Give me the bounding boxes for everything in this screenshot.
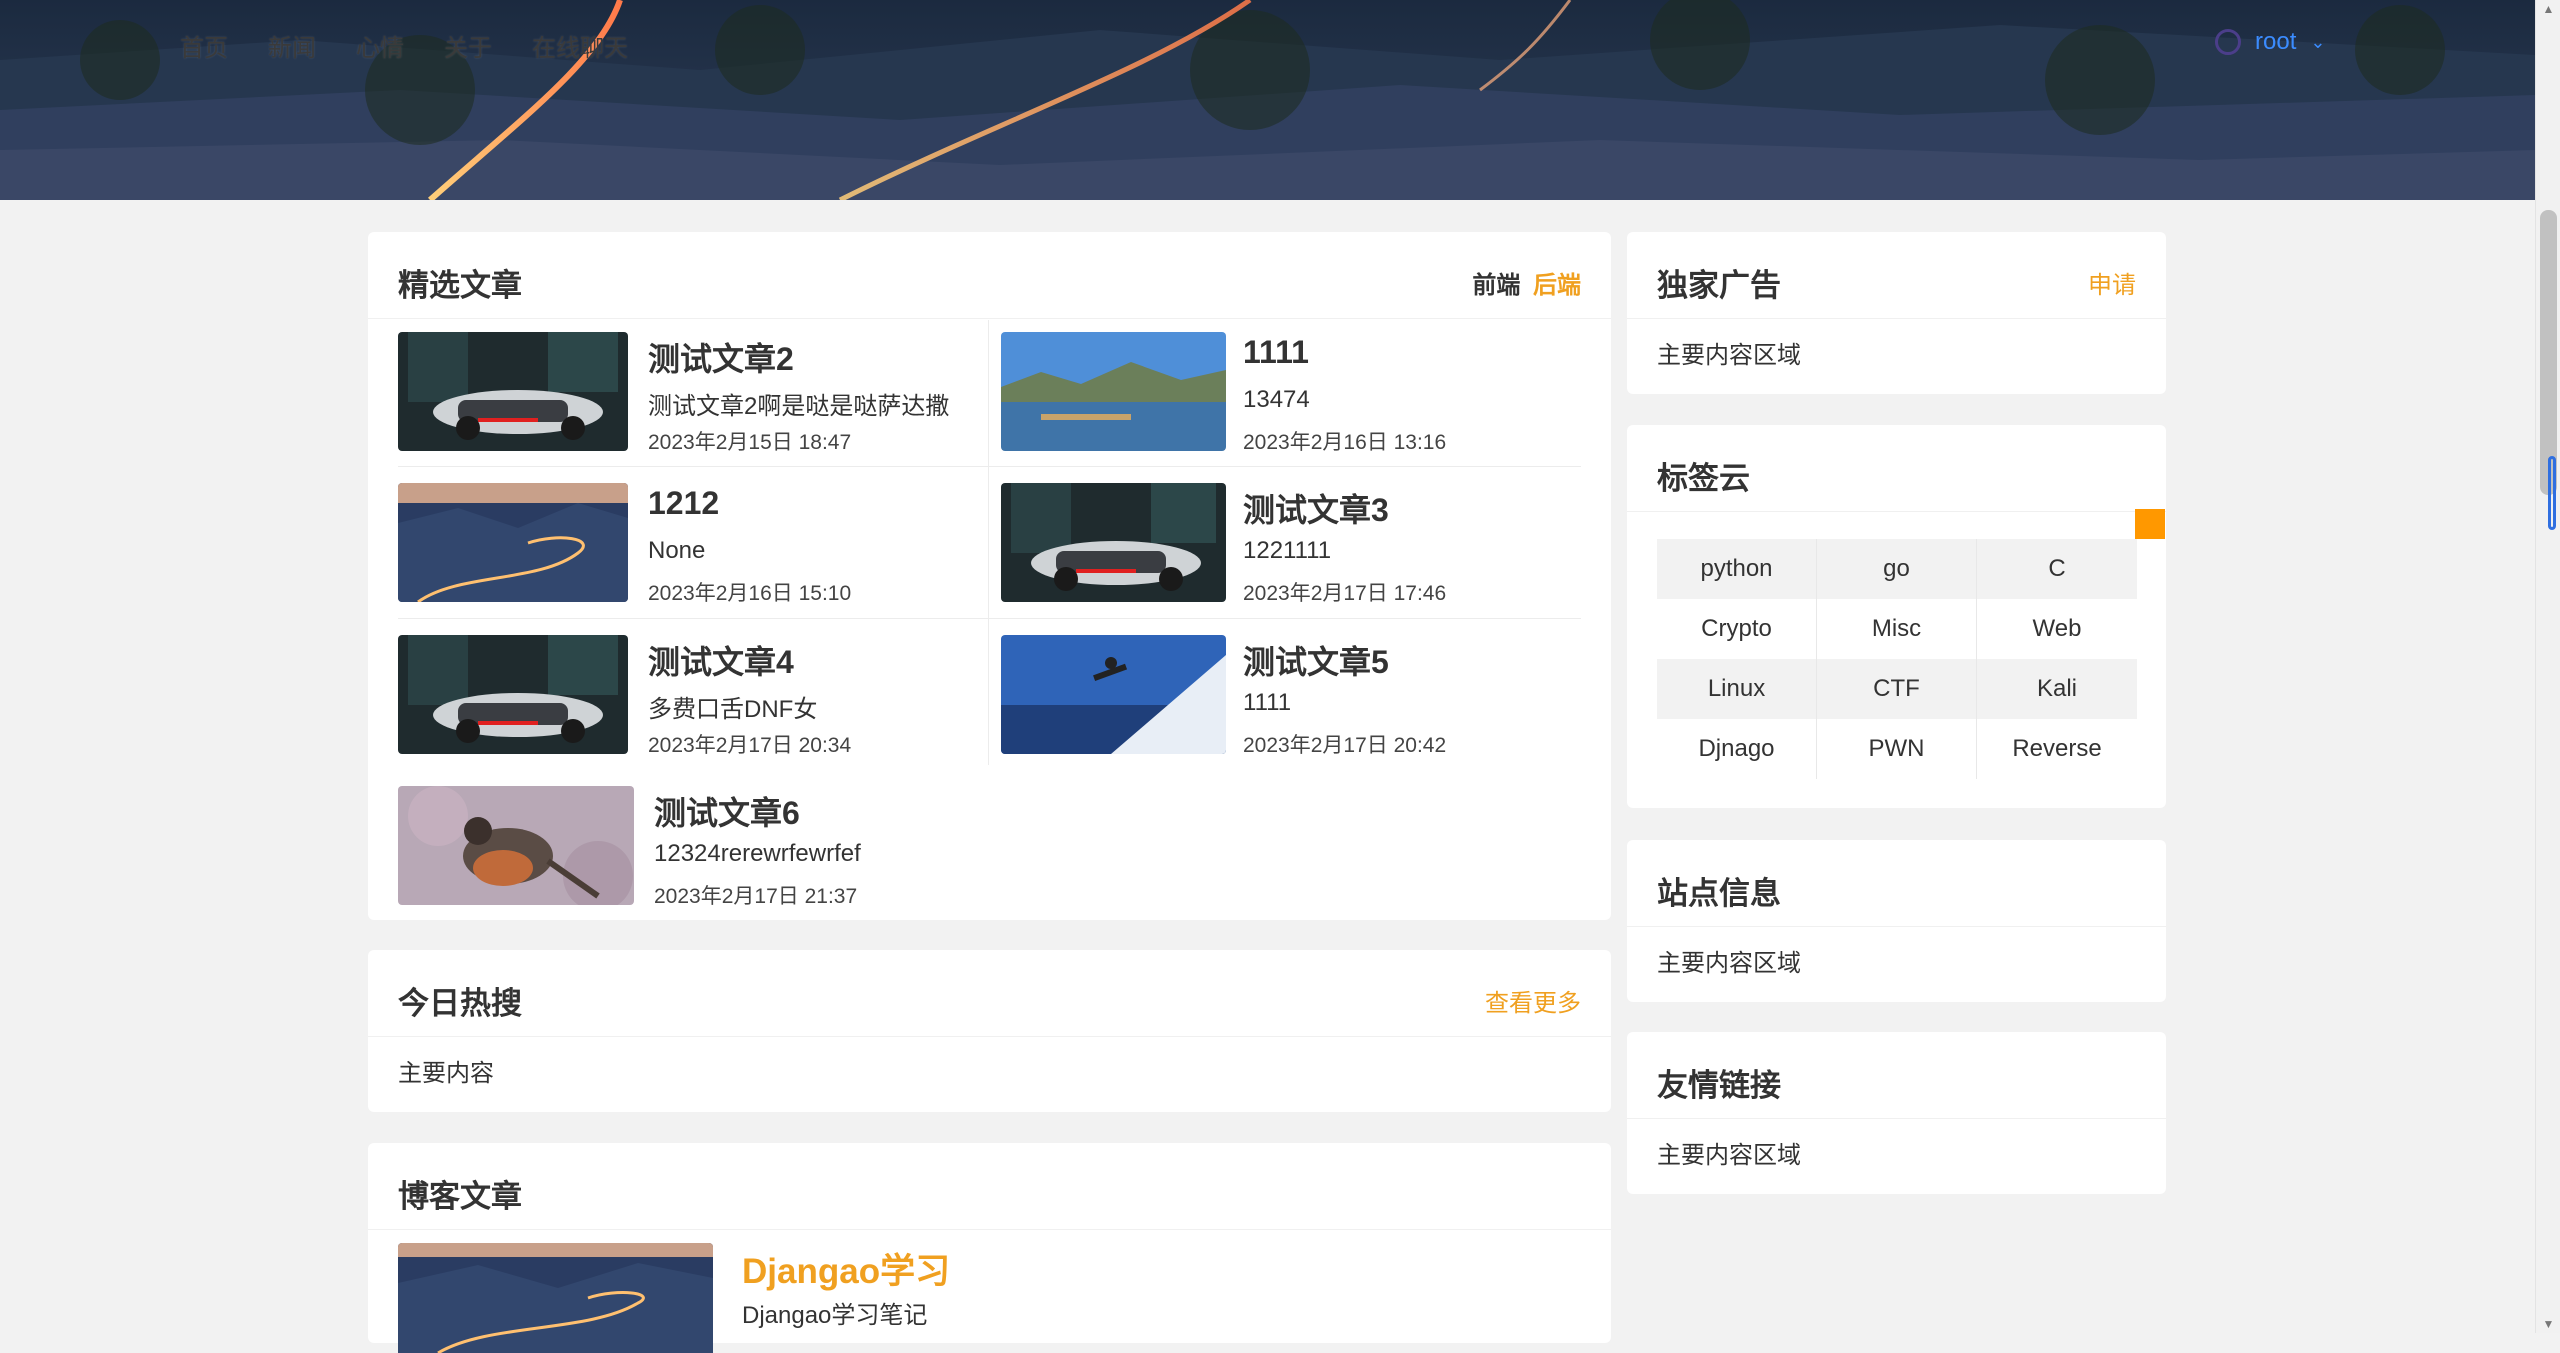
scroll-position-marker bbox=[2548, 456, 2556, 530]
tag-item[interactable]: python bbox=[1657, 539, 1817, 599]
article-thumbnail[interactable] bbox=[1001, 635, 1226, 754]
article-summary: 测试文章2啊是哒是哒萨达撒 bbox=[648, 393, 950, 420]
nav-mood[interactable]: 心情 bbox=[356, 28, 404, 63]
article-title[interactable]: 测试文章4 bbox=[648, 637, 794, 683]
user-name[interactable]: root bbox=[2255, 28, 2296, 56]
article-summary: 1221111 bbox=[1243, 537, 1332, 564]
ad-body: 主要内容区域 bbox=[1657, 342, 1801, 369]
site-body: 主要内容区域 bbox=[1657, 950, 1801, 977]
blog-articles-card: 博客文章 Djangao学习 Djangao学习笔记 bbox=[368, 1143, 1611, 1353]
tag-item[interactable]: Reverse bbox=[1977, 719, 2137, 779]
tag-item[interactable]: Linux bbox=[1657, 659, 1817, 719]
article-summary: 1111 bbox=[1243, 689, 1292, 716]
links-body: 主要内容区域 bbox=[1657, 1142, 1801, 1169]
hot-title: 今日热搜 bbox=[398, 986, 522, 1021]
avatar[interactable] bbox=[2215, 29, 2241, 55]
tag-cloud-toggle-badge[interactable] bbox=[2135, 509, 2165, 539]
nav-news[interactable]: 新闻 bbox=[268, 28, 316, 63]
article-thumbnail[interactable] bbox=[1001, 483, 1226, 602]
ad-title: 独家广告 bbox=[1657, 268, 1781, 303]
tag-item[interactable]: Web bbox=[1977, 599, 2137, 659]
article-date: 2023年2月17日 20:34 bbox=[648, 734, 852, 757]
tag-item[interactable]: PWN bbox=[1817, 719, 1977, 779]
view-more-link[interactable]: 查看更多 bbox=[1485, 983, 1581, 1018]
tag-item[interactable]: CTF bbox=[1817, 659, 1977, 719]
blog-article-summary: Djangao学习笔记 bbox=[742, 1302, 928, 1329]
article-date: 2023年2月17日 17:46 bbox=[1243, 582, 1447, 605]
article-summary: 12324rerewrfewrfef bbox=[654, 840, 861, 867]
links-header: 友情链接 bbox=[1627, 1032, 2166, 1119]
article-date: 2023年2月16日 13:16 bbox=[1243, 431, 1447, 454]
featured-title: 精选文章 bbox=[398, 268, 522, 303]
hot-header: 今日热搜 查看更多 bbox=[368, 950, 1611, 1037]
featured-articles-card: 精选文章 前端 后端 测试文章2 测试文章2啊是哒是哒萨达撒 2023年2月15… bbox=[368, 232, 1611, 920]
scroll-up-arrow-icon[interactable]: ▲ bbox=[2536, 2, 2560, 16]
tags-header: 标签云 bbox=[1627, 425, 2166, 512]
main-nav: 首页 新闻 心情 关于 在线聊天 bbox=[180, 28, 628, 63]
links-title: 友情链接 bbox=[1657, 1068, 1781, 1103]
tag-item[interactable]: Misc bbox=[1817, 599, 1977, 659]
chevron-down-icon[interactable]: ⌄ bbox=[2310, 32, 2325, 53]
blog-title: 博客文章 bbox=[398, 1179, 522, 1214]
tag-item[interactable]: Kali bbox=[1977, 659, 2137, 719]
site-title: 站点信息 bbox=[1657, 876, 1781, 911]
scroll-down-arrow-icon[interactable]: ▼ bbox=[2536, 1317, 2560, 1331]
blog-article-title[interactable]: Djangao学习 bbox=[742, 1243, 950, 1294]
tab-frontend[interactable]: 前端 bbox=[1472, 272, 1520, 299]
row-divider bbox=[398, 466, 1581, 467]
apply-link[interactable]: 申请 bbox=[2088, 265, 2136, 300]
article-thumbnail[interactable] bbox=[398, 786, 634, 905]
featured-tabs: 前端 后端 bbox=[1472, 265, 1581, 300]
friend-links-card: 友情链接 主要内容区域 bbox=[1627, 1032, 2166, 1194]
tag-item[interactable]: Djnago bbox=[1657, 719, 1817, 779]
blog-header: 博客文章 bbox=[368, 1143, 1611, 1230]
user-menu[interactable]: root ⌄ bbox=[2215, 28, 2325, 56]
hot-body: 主要内容 bbox=[398, 1060, 494, 1087]
hot-search-card: 今日热搜 查看更多 主要内容 bbox=[368, 950, 1611, 1112]
article-date: 2023年2月17日 20:42 bbox=[1243, 734, 1447, 757]
article-date: 2023年2月17日 21:37 bbox=[654, 885, 858, 908]
article-date: 2023年2月15日 18:47 bbox=[648, 431, 852, 454]
article-thumbnail[interactable] bbox=[1001, 332, 1226, 451]
article-title[interactable]: 测试文章3 bbox=[1243, 485, 1389, 531]
blog-article-thumbnail[interactable] bbox=[398, 1243, 713, 1353]
tag-grid: python go C Crypto Misc Web Linux CTF Ka… bbox=[1657, 539, 2137, 779]
tab-backend[interactable]: 后端 bbox=[1533, 272, 1581, 299]
nav-about[interactable]: 关于 bbox=[444, 28, 492, 63]
tag-item[interactable]: C bbox=[1977, 539, 2137, 599]
article-summary: None bbox=[648, 537, 706, 564]
header-banner: 首页 新闻 心情 关于 在线聊天 root ⌄ bbox=[0, 0, 2535, 200]
ad-header: 独家广告 申请 bbox=[1627, 232, 2166, 319]
row-divider bbox=[398, 618, 1581, 619]
featured-header: 精选文章 前端 后端 bbox=[368, 232, 1611, 319]
article-thumbnail[interactable] bbox=[398, 332, 628, 451]
article-summary: 13474 bbox=[1243, 386, 1310, 413]
article-summary: 多费口舌DNF女 bbox=[648, 696, 818, 723]
tag-cloud-card: 标签云 python go C Crypto Misc Web Linux CT… bbox=[1627, 425, 2166, 808]
tags-title: 标签云 bbox=[1657, 461, 1750, 496]
scrollbar-thumb[interactable] bbox=[2540, 210, 2557, 495]
article-title[interactable]: 1111 bbox=[1243, 334, 1309, 371]
tag-item[interactable]: Crypto bbox=[1657, 599, 1817, 659]
nav-chat[interactable]: 在线聊天 bbox=[532, 28, 628, 63]
article-thumbnail[interactable] bbox=[398, 635, 628, 754]
article-title[interactable]: 测试文章2 bbox=[648, 334, 794, 380]
column-divider bbox=[988, 320, 989, 765]
ad-card: 独家广告 申请 主要内容区域 bbox=[1627, 232, 2166, 394]
site-header: 站点信息 bbox=[1627, 840, 2166, 927]
article-title[interactable]: 1212 bbox=[648, 485, 719, 522]
site-info-card: 站点信息 主要内容区域 bbox=[1627, 840, 2166, 1002]
article-title[interactable]: 测试文章5 bbox=[1243, 637, 1389, 683]
article-date: 2023年2月16日 15:10 bbox=[648, 582, 852, 605]
nav-home[interactable]: 首页 bbox=[180, 28, 228, 63]
article-title[interactable]: 测试文章6 bbox=[654, 788, 800, 834]
page-scrollbar[interactable]: ▲ ▼ bbox=[2535, 0, 2560, 1333]
tag-item[interactable]: go bbox=[1817, 539, 1977, 599]
article-thumbnail[interactable] bbox=[398, 483, 628, 602]
